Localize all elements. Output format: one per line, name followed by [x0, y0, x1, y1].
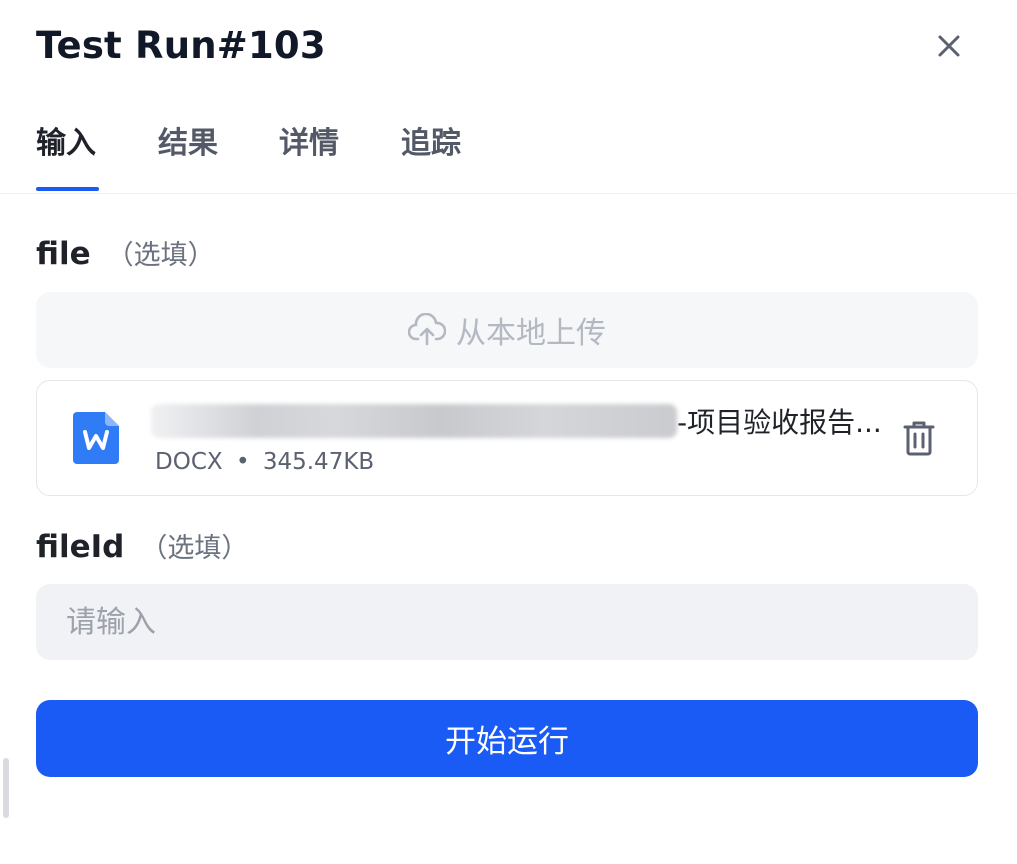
tab-trace[interactable]: 追踪 [401, 118, 461, 162]
tab-result[interactable]: 结果 [158, 118, 218, 162]
file-label-text: file [36, 236, 91, 272]
close-button[interactable] [929, 26, 969, 66]
page-title: Test Run#103 [36, 24, 326, 67]
redacted-file-name [151, 404, 677, 438]
close-icon[interactable] [936, 33, 962, 59]
delete-file-button[interactable] [901, 419, 937, 457]
file-field-label: file （选填） [36, 233, 215, 272]
cloud-upload-icon [408, 313, 446, 347]
file-name-suffix: -项目验收报告... [677, 406, 882, 439]
tab-input[interactable]: 输入 [36, 118, 96, 162]
scrollbar-thumb[interactable] [3, 758, 9, 818]
active-tab-indicator [36, 187, 99, 191]
file-name: -项目验收报告... [151, 401, 891, 441]
word-file-icon [73, 412, 119, 464]
trash-icon[interactable] [903, 420, 935, 456]
tab-bar: 输入 结果 详情 追踪 [36, 110, 1017, 192]
meta-separator: • [235, 449, 250, 475]
tab-details[interactable]: 详情 [279, 118, 339, 162]
file-type: DOCX [155, 449, 223, 475]
file-size: 345.47KB [262, 449, 375, 475]
file-optional-hint: （选填） [106, 240, 215, 271]
fileid-optional-hint: （选填） [140, 533, 249, 564]
fileid-field-label: fileId （选填） [36, 526, 248, 565]
uploaded-file-card: -项目验收报告... DOCX • 345.47KB [36, 380, 978, 496]
upload-from-local-button[interactable]: 从本地上传 [36, 292, 978, 368]
fileid-label-text: fileId [36, 529, 125, 565]
tabs-divider [0, 193, 1017, 194]
upload-label: 从本地上传 [456, 316, 606, 351]
header: Test Run#103 [36, 22, 977, 74]
start-run-button[interactable]: 开始运行 [36, 700, 978, 777]
fileid-input[interactable] [36, 584, 978, 660]
file-meta: DOCX • 345.47KB [155, 449, 374, 475]
